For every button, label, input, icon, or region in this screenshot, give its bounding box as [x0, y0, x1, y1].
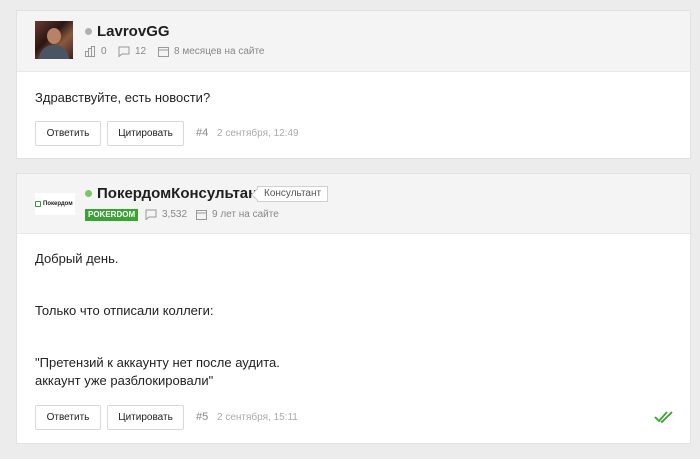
- messages-count: 12: [135, 46, 147, 57]
- post-date: 2 сентября, 12:49: [217, 128, 299, 139]
- brand-badge: POKERDOM: [85, 209, 139, 221]
- reactions-icon: [85, 46, 95, 57]
- post-number[interactable]: #4: [196, 127, 208, 139]
- membership-stat: 9 лет на сайте: [196, 209, 279, 220]
- double-check-icon: [654, 411, 673, 424]
- avatar-shirt: [39, 45, 69, 59]
- post-header: Покердом ПокердомКонсультант Консультант…: [17, 174, 690, 234]
- quote-button[interactable]: Цитировать: [107, 121, 184, 146]
- quote-line: "Претензий к аккаунту нет после аудита.: [35, 355, 280, 370]
- messages-count: 3,532: [162, 209, 188, 220]
- reply-button[interactable]: Ответить: [35, 405, 101, 430]
- role-badge: Консультант: [257, 186, 329, 202]
- message-icon: [118, 46, 130, 57]
- pokerdom-logo-icon: [35, 201, 41, 207]
- pokerdom-logo-avatar[interactable]: Покердом: [35, 193, 75, 215]
- username[interactable]: ПокердомКонсультант: [97, 185, 265, 202]
- offline-status-dot: [85, 28, 92, 35]
- online-status-dot: [85, 190, 92, 197]
- reactions-stat: 0: [85, 46, 107, 57]
- post-body: Добрый день. Только что отписали коллеги…: [35, 250, 280, 390]
- calendar-icon: [158, 47, 169, 57]
- post-body: Здравствуйте, есть новости?: [35, 89, 210, 107]
- messages-stat: 3,532: [145, 209, 187, 220]
- post-number[interactable]: #5: [196, 411, 208, 423]
- membership-duration: 9 лет на сайте: [212, 209, 279, 220]
- membership-duration: 8 месяцев на сайте: [174, 46, 265, 57]
- quote-button[interactable]: Цитировать: [107, 405, 184, 430]
- reply-button[interactable]: Ответить: [35, 121, 101, 146]
- message-icon: [145, 209, 157, 220]
- calendar-icon: [196, 210, 207, 220]
- post-text: Здравствуйте, есть новости?: [35, 90, 211, 105]
- avatar[interactable]: [35, 21, 73, 59]
- reactions-count: 0: [101, 46, 107, 57]
- membership-stat: 8 месяцев на сайте: [158, 46, 265, 57]
- post-text: Только что отписали коллеги:: [35, 303, 214, 318]
- logo-text: Покердом: [43, 201, 73, 207]
- post-text: Добрый день.: [35, 251, 119, 266]
- forum-post: LavrovGG 0 12 8 месяцев на сайте Здравст…: [16, 10, 691, 159]
- messages-stat: 12: [118, 46, 146, 57]
- username[interactable]: LavrovGG: [97, 23, 170, 40]
- quote-line: аккаунт уже разблокировали": [35, 373, 214, 388]
- avatar-face: [47, 28, 61, 44]
- forum-post: Покердом ПокердомКонсультант Консультант…: [16, 173, 691, 444]
- post-date: 2 сентября, 15:11: [217, 412, 298, 423]
- post-header: LavrovGG 0 12 8 месяцев на сайте: [17, 11, 690, 72]
